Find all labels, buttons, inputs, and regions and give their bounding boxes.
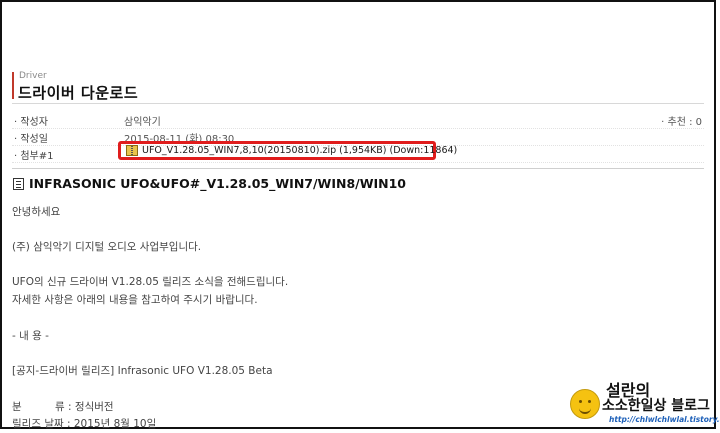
category-label: Driver <box>19 71 47 81</box>
body-intro: (주) 삼익악기 디지털 오디오 사업부입니다. <box>12 241 202 253</box>
blog-watermark: 설란의 소소한일상 블로그 http://chlwlchlwlal.tistor… <box>562 375 720 430</box>
author-value: 삼익악기 <box>124 117 161 128</box>
author-label: · 작성자 <box>14 117 48 128</box>
zip-file-icon <box>126 145 138 156</box>
smiley-icon <box>570 389 600 419</box>
title-accent-bar <box>12 72 14 99</box>
meta-attachment-row: · 첨부#1 UFO_V1.28.05_WIN7,8,10(20150810).… <box>12 141 704 163</box>
body-release-title: [공지-드라이버 릴리즈] Infrasonic UFO V1.28.05 Be… <box>12 365 273 377</box>
post-view: Driver 드라이버 다운로드 · 작성자 삼익악기 · 추천 : 0 · 작… <box>10 2 706 430</box>
heading-divider <box>12 168 704 169</box>
body-details-note: 자세한 사항은 아래의 내용을 참고하여 주시기 바랍니다. <box>12 294 258 306</box>
body-release-date: 릴리즈 날짜 : 2015년 8월 10일 <box>12 418 157 430</box>
title-divider <box>12 103 704 104</box>
watermark-url: http://chlwlchlwlal.tistory.com <box>609 415 720 424</box>
body-classification: 분 류 : 정식버전 <box>12 401 114 413</box>
date-label: · 작성일 <box>14 134 48 145</box>
attachment-download-link[interactable]: UFO_V1.28.05_WIN7,8,10(20150810).zip (1,… <box>142 145 457 156</box>
attachment-highlight-box: UFO_V1.28.05_WIN7,8,10(20150810).zip (1,… <box>118 141 457 160</box>
watermark-subtitle: 소소한일상 블로그 <box>602 398 710 414</box>
body-release-news: UFO의 신규 드라이버 V1.28.05 릴리즈 소식을 전해드립니다. <box>12 276 289 288</box>
document-icon <box>13 178 24 190</box>
screenshot-frame: Driver 드라이버 다운로드 · 작성자 삼익악기 · 추천 : 0 · 작… <box>0 0 720 430</box>
page-title: 드라이버 다운로드 <box>18 84 139 102</box>
post-heading: INFRASONIC UFO&UFO#_V1.28.05_WIN7/WIN8/W… <box>29 176 407 191</box>
attachment-label: · 첨부#1 <box>14 151 54 162</box>
body-greeting: 안녕하세요 <box>12 206 61 218</box>
body-section-label: - 내 용 - <box>12 330 49 342</box>
recommend-count: · 추천 : 0 <box>661 117 702 128</box>
